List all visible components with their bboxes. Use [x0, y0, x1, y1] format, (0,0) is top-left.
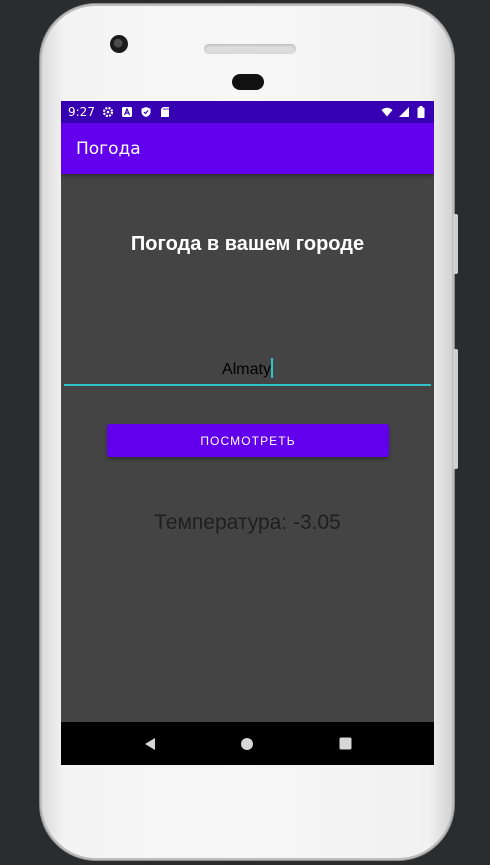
main-content: Погода в вашем городе Almaty ПОСМОТРЕТЬ … — [61, 174, 434, 722]
status-bar: 9:27 — [61, 101, 434, 123]
font-icon — [121, 106, 133, 118]
app-bar: Погода — [61, 123, 434, 174]
text-cursor — [270, 358, 273, 378]
shield-icon — [140, 106, 152, 118]
battery-icon — [415, 106, 427, 118]
back-icon[interactable] — [135, 729, 165, 759]
home-icon[interactable] — [232, 729, 262, 759]
navigation-bar — [61, 722, 434, 765]
proximity-sensor — [232, 74, 264, 90]
volume-button — [453, 349, 458, 469]
recents-icon[interactable] — [330, 729, 360, 759]
earpiece-speaker — [204, 44, 296, 54]
front-camera-icon — [110, 35, 128, 53]
gear-icon — [102, 106, 114, 118]
page-heading: Погода в вашем городе — [130, 233, 365, 255]
wifi-icon — [381, 106, 393, 118]
city-input-value: Almaty — [222, 361, 271, 378]
sd-card-icon — [159, 106, 171, 118]
app-title: Погода — [76, 138, 141, 159]
power-button — [453, 214, 458, 274]
city-input[interactable]: Almaty — [64, 358, 431, 386]
status-time: 9:27 — [68, 105, 95, 119]
view-weather-button[interactable]: ПОСМОТРЕТЬ — [107, 424, 389, 457]
temperature-text: Температура: -3.05 — [154, 511, 341, 534]
device-screen: 9:27 Погода Погода в вашем городе Almaty… — [61, 101, 434, 765]
signal-icon — [398, 106, 410, 118]
